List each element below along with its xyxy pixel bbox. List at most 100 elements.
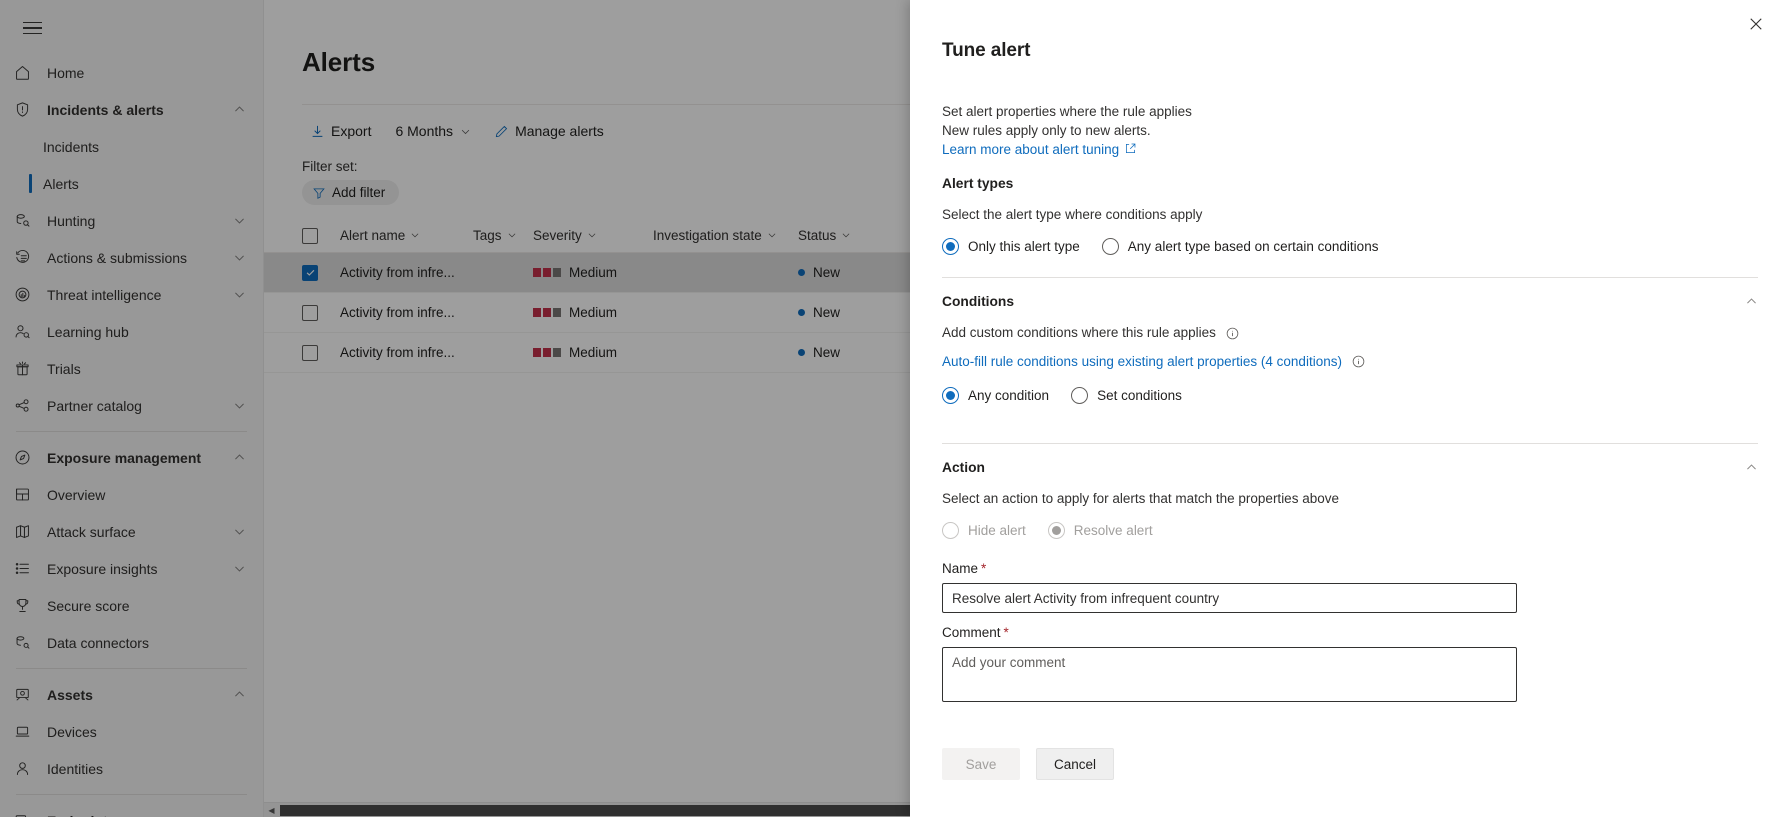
sidebar-item-identities[interactable]: Identities — [0, 750, 263, 787]
sidebar-item-exposure-insights[interactable]: Exposure insights — [0, 550, 263, 587]
export-button[interactable]: Export — [302, 117, 380, 145]
chevron-down-icon[interactable] — [233, 399, 247, 413]
comment-field-label: Comment* — [942, 625, 1758, 640]
desc-line-1: Set alert properties where the rule appl… — [942, 102, 1758, 121]
radio-label: Set conditions — [1097, 388, 1182, 403]
status-label: New — [813, 345, 840, 360]
chevron-down-icon[interactable] — [233, 525, 247, 539]
radio-only-this-alert-type[interactable]: Only this alert type — [942, 238, 1080, 255]
sidebar-item-label: Overview — [38, 487, 247, 503]
conditions-subtext-row: Add custom conditions where this rule ap… — [942, 325, 1758, 340]
chevron-up-icon[interactable] — [1745, 461, 1758, 474]
exposure-insights-icon — [14, 559, 38, 579]
row-checkbox[interactable] — [302, 265, 318, 281]
column-header-tags[interactable]: Tags — [473, 228, 533, 243]
severity-label: Medium — [569, 265, 617, 280]
autofill-conditions-link[interactable]: Auto-fill rule conditions using existing… — [942, 354, 1342, 369]
chevron-down-icon[interactable] — [233, 214, 247, 228]
column-header-status[interactable]: Status — [798, 228, 918, 243]
sidebar-item-devices[interactable]: Devices — [0, 713, 263, 750]
radio-any-condition[interactable]: Any condition — [942, 387, 1049, 404]
info-icon[interactable] — [1226, 327, 1239, 340]
sidebar-item-alerts[interactable]: Alerts — [0, 165, 263, 202]
actions-icon — [14, 248, 38, 268]
comment-textarea[interactable] — [942, 647, 1517, 702]
export-label: Export — [331, 123, 371, 139]
sidebar-item-learning-hub[interactable]: Learning hub — [0, 313, 263, 350]
sidebar-item-exposure-management[interactable]: Exposure management — [0, 439, 263, 476]
sidebar-item-trials[interactable]: Trials — [0, 350, 263, 387]
chevron-up-icon[interactable] — [233, 451, 247, 465]
cell-alert-name[interactable]: Activity from infre... — [318, 305, 473, 320]
select-all-checkbox[interactable] — [302, 228, 318, 244]
radio-label: Any alert type based on certain conditio… — [1128, 239, 1379, 254]
name-label-text: Name — [942, 561, 978, 576]
panel-body: Tune alert Set alert properties where th… — [910, 0, 1788, 817]
timerange-dropdown[interactable]: 6 Months — [386, 117, 480, 145]
close-icon[interactable] — [1740, 8, 1772, 40]
sidebar-item-label: Exposure insights — [38, 561, 233, 577]
radio-indicator — [1071, 387, 1088, 404]
add-filter-label: Add filter — [332, 185, 385, 200]
action-radio-group: Hide alert Resolve alert — [942, 522, 1758, 539]
chevron-up-icon[interactable] — [1745, 295, 1758, 308]
sidebar-item-assets[interactable]: Assets — [0, 676, 263, 713]
radio-set-conditions[interactable]: Set conditions — [1071, 387, 1182, 404]
radio-label: Resolve alert — [1074, 523, 1153, 538]
chevron-down-icon[interactable] — [233, 288, 247, 302]
cell-status: New — [798, 265, 918, 280]
scroll-left-arrow[interactable]: ◀ — [264, 803, 279, 817]
column-label: Severity — [533, 228, 582, 243]
radio-indicator — [942, 522, 959, 539]
sidebar-item-label: Actions & submissions — [38, 250, 233, 266]
save-button[interactable]: Save — [942, 748, 1020, 780]
cell-alert-name[interactable]: Activity from infre... — [318, 265, 473, 280]
sidebar-item-endpoints[interactable]: Endpoints — [0, 802, 263, 817]
severity-label: Medium — [569, 345, 617, 360]
column-label: Investigation state — [653, 228, 762, 243]
sidebar-item-incidents[interactable]: Incidents — [0, 128, 263, 165]
column-label: Tags — [473, 228, 502, 243]
sidebar-item-incidents-alerts[interactable]: Incidents & alerts — [0, 91, 263, 128]
column-header-investigation-state[interactable]: Investigation state — [653, 228, 798, 243]
desc-line-2: New rules apply only to new alerts. — [942, 121, 1758, 140]
sidebar-item-attack-surface[interactable]: Attack surface — [0, 513, 263, 550]
autofill-label: Auto-fill rule conditions using existing… — [942, 354, 1342, 369]
row-checkbox[interactable] — [302, 305, 318, 321]
add-filter-button[interactable]: Add filter — [302, 180, 399, 205]
radio-any-alert-type[interactable]: Any alert type based on certain conditio… — [1102, 238, 1379, 255]
row-checkbox[interactable] — [302, 345, 318, 361]
sidebar-item-secure-score[interactable]: Secure score — [0, 587, 263, 624]
sidebar-item-threat-intelligence[interactable]: Threat intelligence — [0, 276, 263, 313]
sidebar-item-actions-submissions[interactable]: Actions & submissions — [0, 239, 263, 276]
learn-more-link[interactable]: Learn more about alert tuning — [942, 142, 1136, 157]
chevron-up-icon[interactable] — [233, 103, 247, 117]
column-header-alert-name[interactable]: Alert name — [318, 228, 473, 243]
sidebar-item-partner-catalog[interactable]: Partner catalog — [0, 387, 263, 424]
sidebar-item-home[interactable]: Home — [0, 54, 263, 91]
severity-indicator — [533, 268, 561, 277]
radio-resolve-alert[interactable]: Resolve alert — [1048, 522, 1153, 539]
chevron-up-icon[interactable] — [233, 688, 247, 702]
hamburger-menu-icon[interactable] — [10, 8, 54, 48]
data-connectors-icon — [14, 633, 38, 653]
chevron-down-icon[interactable] — [233, 562, 247, 576]
name-input[interactable] — [942, 583, 1517, 613]
sidebar-item-hunting[interactable]: Hunting — [0, 202, 263, 239]
radio-hide-alert[interactable]: Hide alert — [942, 522, 1026, 539]
home-icon — [14, 63, 38, 83]
manage-alerts-button[interactable]: Manage alerts — [486, 117, 613, 145]
cancel-button[interactable]: Cancel — [1036, 748, 1114, 780]
conditions-section-header: Conditions — [942, 294, 1758, 309]
sidebar-item-data-connectors[interactable]: Data connectors — [0, 624, 263, 661]
column-header-severity[interactable]: Severity — [533, 228, 653, 243]
info-icon[interactable] — [1352, 355, 1365, 368]
chevron-up-icon[interactable] — [233, 814, 247, 817]
action-subtext: Select an action to apply for alerts tha… — [942, 491, 1758, 506]
cell-alert-name[interactable]: Activity from infre... — [318, 345, 473, 360]
sidebar-item-label: Secure score — [38, 598, 247, 614]
sidebar-item-overview[interactable]: Overview — [0, 476, 263, 513]
chevron-down-icon[interactable] — [233, 251, 247, 265]
sidebar-divider — [16, 794, 247, 795]
learning-hub-icon — [14, 322, 38, 342]
